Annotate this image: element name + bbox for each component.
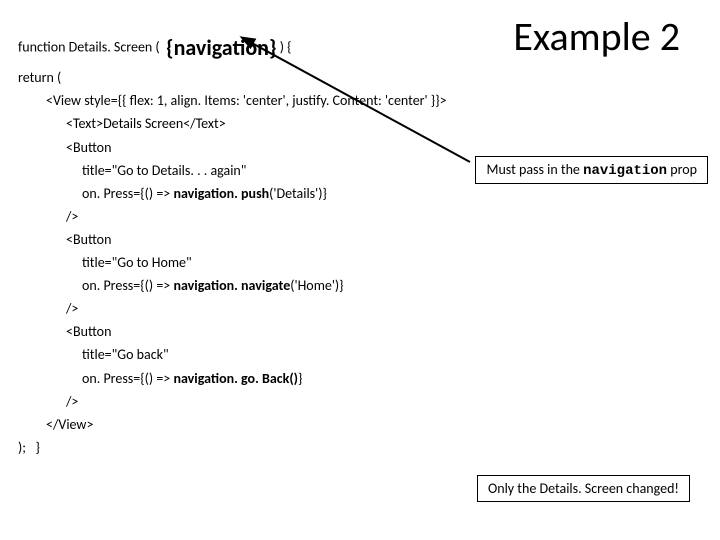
callout-details-changed: Only the Details. Screen changed!: [477, 475, 690, 502]
code-line: />: [18, 390, 447, 413]
code-line: />: [18, 205, 447, 228]
code-text: on. Press={() =>: [82, 185, 173, 202]
code-line: <View style={{ flex: 1, align. Items: 'c…: [18, 89, 447, 112]
code-text: }: [298, 370, 302, 387]
code-text: function Details. Screen (: [18, 39, 166, 56]
code-line: <Text>Details Screen</Text>: [18, 112, 447, 135]
code-line: title="Go back": [18, 343, 447, 366]
slide-title: Example 2: [513, 12, 680, 61]
code-line: return (: [18, 66, 447, 89]
code-line: />: [18, 297, 447, 320]
code-line: on. Press={() => navigation. push('Detai…: [18, 182, 447, 205]
code-text: ('Details')}: [269, 185, 327, 202]
code-bold: navigation. navigate: [173, 277, 290, 294]
code-line: on. Press={() => navigation. navigate('H…: [18, 274, 447, 297]
callout-text: prop: [667, 161, 697, 178]
code-text: ) {: [277, 39, 292, 56]
code-line: <Button: [18, 136, 447, 159]
code-bold: navigation. push: [173, 185, 269, 202]
code-line: on. Press={() => navigation. go. Back()}: [18, 367, 447, 390]
callout-text: Must pass in the: [486, 161, 583, 178]
code-text: on. Press={() =>: [82, 370, 173, 387]
callout-code: navigation: [583, 163, 667, 179]
callout-navigation-prop: Must pass in the navigation prop: [475, 156, 708, 184]
code-line: function Details. Screen ( {navigation} …: [18, 30, 447, 66]
code-bold: navigation. go. Back(): [173, 370, 298, 387]
code-line: <Button: [18, 320, 447, 343]
code-text: ('Home')}: [290, 277, 343, 294]
slide: Example 2 function Details. Screen ( {na…: [0, 0, 720, 540]
code-line: title="Go to Details. . . again": [18, 159, 447, 182]
navigation-param: {navigation}: [166, 34, 277, 61]
code-line: </View>: [18, 413, 447, 436]
code-line: title="Go to Home": [18, 251, 447, 274]
code-text: on. Press={() =>: [82, 277, 173, 294]
code-line: <Button: [18, 228, 447, 251]
code-block: function Details. Screen ( {navigation} …: [18, 30, 447, 459]
code-line: ); }: [18, 436, 447, 459]
